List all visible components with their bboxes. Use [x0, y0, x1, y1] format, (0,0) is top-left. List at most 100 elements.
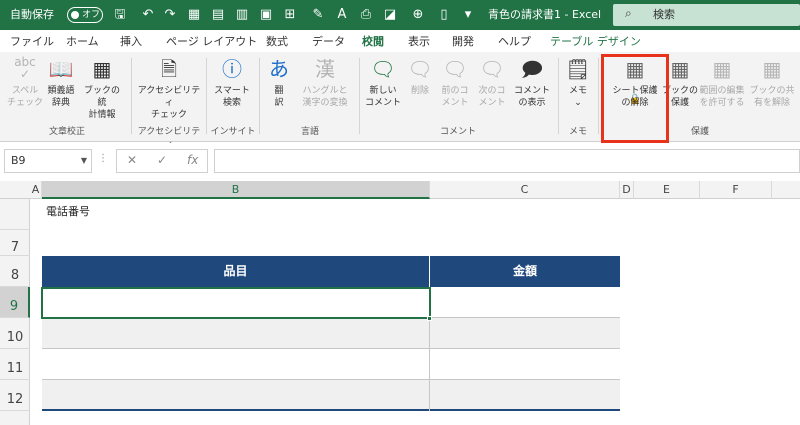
memo-button[interactable]: 🗒 メモ ⌄	[562, 56, 594, 109]
ribbon-tabs: ファイル ホーム 挿入 ページ レイアウト 数式 データ 校閲 表示 開発 ヘル…	[0, 30, 800, 54]
delete-comment-icon: 🗨	[407, 57, 433, 81]
hangul-kanji-button[interactable]: 漢 ハングルと 漢字の変換	[294, 56, 356, 109]
tab-formulas[interactable]: 数式	[266, 33, 288, 49]
new-comment-button[interactable]: 🗨 新しい コメント	[362, 56, 404, 109]
accessibility-check-button[interactable]: 🗎 アクセシビリティ チェック	[134, 56, 204, 121]
group-comments: コメント	[439, 127, 476, 137]
row-header-8[interactable]: 8	[0, 256, 30, 287]
document-title: 青色の請求書1 - Excel	[488, 8, 602, 21]
dropdown-icon[interactable]: ▾	[460, 7, 476, 23]
tab-insert[interactable]: 挿入	[120, 33, 142, 49]
unshare-icon: ▦	[762, 57, 782, 81]
column-header-c[interactable]: C	[430, 181, 620, 199]
unshare-workbook-button[interactable]: ▦ ブックの共 有を解除	[748, 56, 796, 109]
column-header-d[interactable]: D	[620, 181, 634, 199]
autosave-toggle[interactable]: オフ	[67, 7, 103, 23]
table-header-amount[interactable]: 金額	[430, 256, 620, 287]
toggle-knob	[71, 11, 79, 19]
paste-icon[interactable]: ▣	[258, 7, 274, 23]
row-header-10[interactable]: 10	[0, 318, 30, 349]
delete-comment-button[interactable]: 🗨 削除	[404, 56, 436, 97]
translate-icon: あ	[269, 57, 289, 81]
undo-icon[interactable]: ↶	[140, 7, 156, 23]
column-headers: A B C D E F	[0, 181, 800, 199]
allow-edit-ranges-button[interactable]: ▦ 範囲の編集 を許可する	[696, 56, 748, 109]
image-icon[interactable]: ◪	[382, 7, 398, 23]
row-header-9[interactable]: 9	[0, 287, 30, 318]
fill-handle[interactable]	[427, 316, 432, 321]
column-header-b[interactable]: B	[42, 181, 430, 199]
table-row[interactable]	[42, 318, 620, 349]
translate-button[interactable]: あ 翻訳	[264, 56, 294, 109]
tab-page-layout[interactable]: ページ レイアウト	[166, 33, 257, 49]
tab-review[interactable]: 校閲	[362, 33, 384, 54]
table-row[interactable]	[42, 349, 620, 380]
table-cell[interactable]	[42, 318, 430, 349]
row-header-7[interactable]: 7	[0, 230, 30, 256]
table-cell[interactable]	[42, 349, 430, 380]
new-comment-icon: 🗨	[370, 57, 396, 81]
formula-bar: B9 ▼ ⋮ ✕ ✓ fx	[0, 143, 800, 179]
table-icon[interactable]: ▤	[210, 7, 226, 23]
redo-icon[interactable]: ↷	[162, 7, 178, 23]
new-doc-icon[interactable]: ▯	[436, 7, 452, 23]
highlight-frame	[601, 54, 669, 143]
tab-view[interactable]: 表示	[408, 33, 430, 49]
search-box[interactable]: ⌕ 検索	[613, 4, 800, 26]
next-comment-icon: 🗨	[479, 57, 505, 81]
row-header-11[interactable]: 11	[0, 349, 30, 380]
book-icon: 📖	[48, 57, 74, 81]
more-icon: ⋮	[98, 153, 108, 164]
smart-lookup-button[interactable]: ⓘ スマート 検索	[210, 56, 254, 109]
accessibility-icon: 🗎	[160, 57, 178, 81]
spell-check-button[interactable]: abc ✓ スペル チェック	[6, 56, 44, 109]
tab-help[interactable]: ヘルプ	[498, 33, 531, 49]
table-header-item[interactable]: 品目	[42, 256, 430, 287]
confirm-icon[interactable]: ✓	[157, 153, 167, 167]
chart-icon[interactable]: ▦	[186, 7, 202, 23]
next-comment-button[interactable]: 🗨 次のコ メント	[474, 56, 510, 109]
ribbon-separator	[359, 58, 360, 134]
search-icon: ⌕	[625, 6, 632, 20]
row-header[interactable]	[0, 199, 30, 230]
tab-home[interactable]: ホーム	[66, 33, 99, 49]
format-icon[interactable]: ⊞	[282, 7, 298, 23]
thesaurus-button[interactable]: 📖 類義語 辞典	[42, 56, 80, 109]
zoom-icon[interactable]: ⊕	[410, 7, 426, 23]
tab-file[interactable]: ファイル	[10, 33, 54, 49]
table-row[interactable]	[42, 380, 620, 411]
previous-comment-button[interactable]: 🗨 前のコ メント	[436, 56, 474, 109]
column-header-e[interactable]: E	[634, 181, 700, 199]
workbook-statistics-button[interactable]: ▦ ブックの統 計情報	[80, 56, 124, 121]
column-header-a[interactable]: A	[30, 181, 42, 199]
kanji-icon: 漢	[315, 57, 335, 81]
tab-data[interactable]: データ	[312, 33, 345, 49]
show-comments-button[interactable]: 🗩 コメント の表示	[510, 56, 554, 109]
print-icon[interactable]: ⎙	[358, 7, 374, 23]
cancel-icon[interactable]: ✕	[127, 153, 137, 167]
phone-label: 電話番号	[46, 205, 90, 218]
row-header-12[interactable]: 12	[0, 380, 30, 411]
save-icon[interactable]: 🖫	[112, 7, 128, 23]
show-comments-icon: 🗩	[520, 57, 544, 81]
prev-comment-icon: 🗨	[442, 57, 468, 81]
title-bar: 自動保存 オフ 🖫 ↶ ↷ ▦ ▤ ▥ ▣ ⊞ ✎ A ⎙ ◪ ⊕ ▯ ▾ 青色…	[0, 0, 800, 30]
formula-input[interactable]	[214, 149, 800, 173]
active-cell-b9[interactable]	[41, 287, 431, 319]
stats-icon: ▦	[92, 57, 112, 81]
name-box[interactable]: B9 ▼	[4, 149, 92, 173]
spell-icon[interactable]: ✎	[310, 7, 326, 23]
info-icon: ⓘ	[222, 57, 242, 81]
text-icon[interactable]: A	[334, 7, 350, 23]
ribbon: abc ✓ スペル チェック 📖 類義語 辞典 ▦ ブックの統 計情報 文章校正 🗎 ア…	[0, 52, 800, 150]
tab-table-design[interactable]: テーブル デザイン	[550, 33, 641, 49]
ribbon-separator	[558, 58, 559, 134]
table-cell[interactable]	[42, 380, 430, 411]
allow-edit-icon: ▦	[712, 57, 732, 81]
column-header-f[interactable]: F	[700, 181, 772, 199]
tab-developer[interactable]: 開発	[452, 33, 474, 49]
group-proofing: 文章校正	[48, 127, 85, 137]
pivot-icon[interactable]: ▥	[234, 7, 250, 23]
insert-function-icon[interactable]: fx	[187, 153, 198, 167]
spell-check-icon: abc ✓	[14, 55, 36, 81]
